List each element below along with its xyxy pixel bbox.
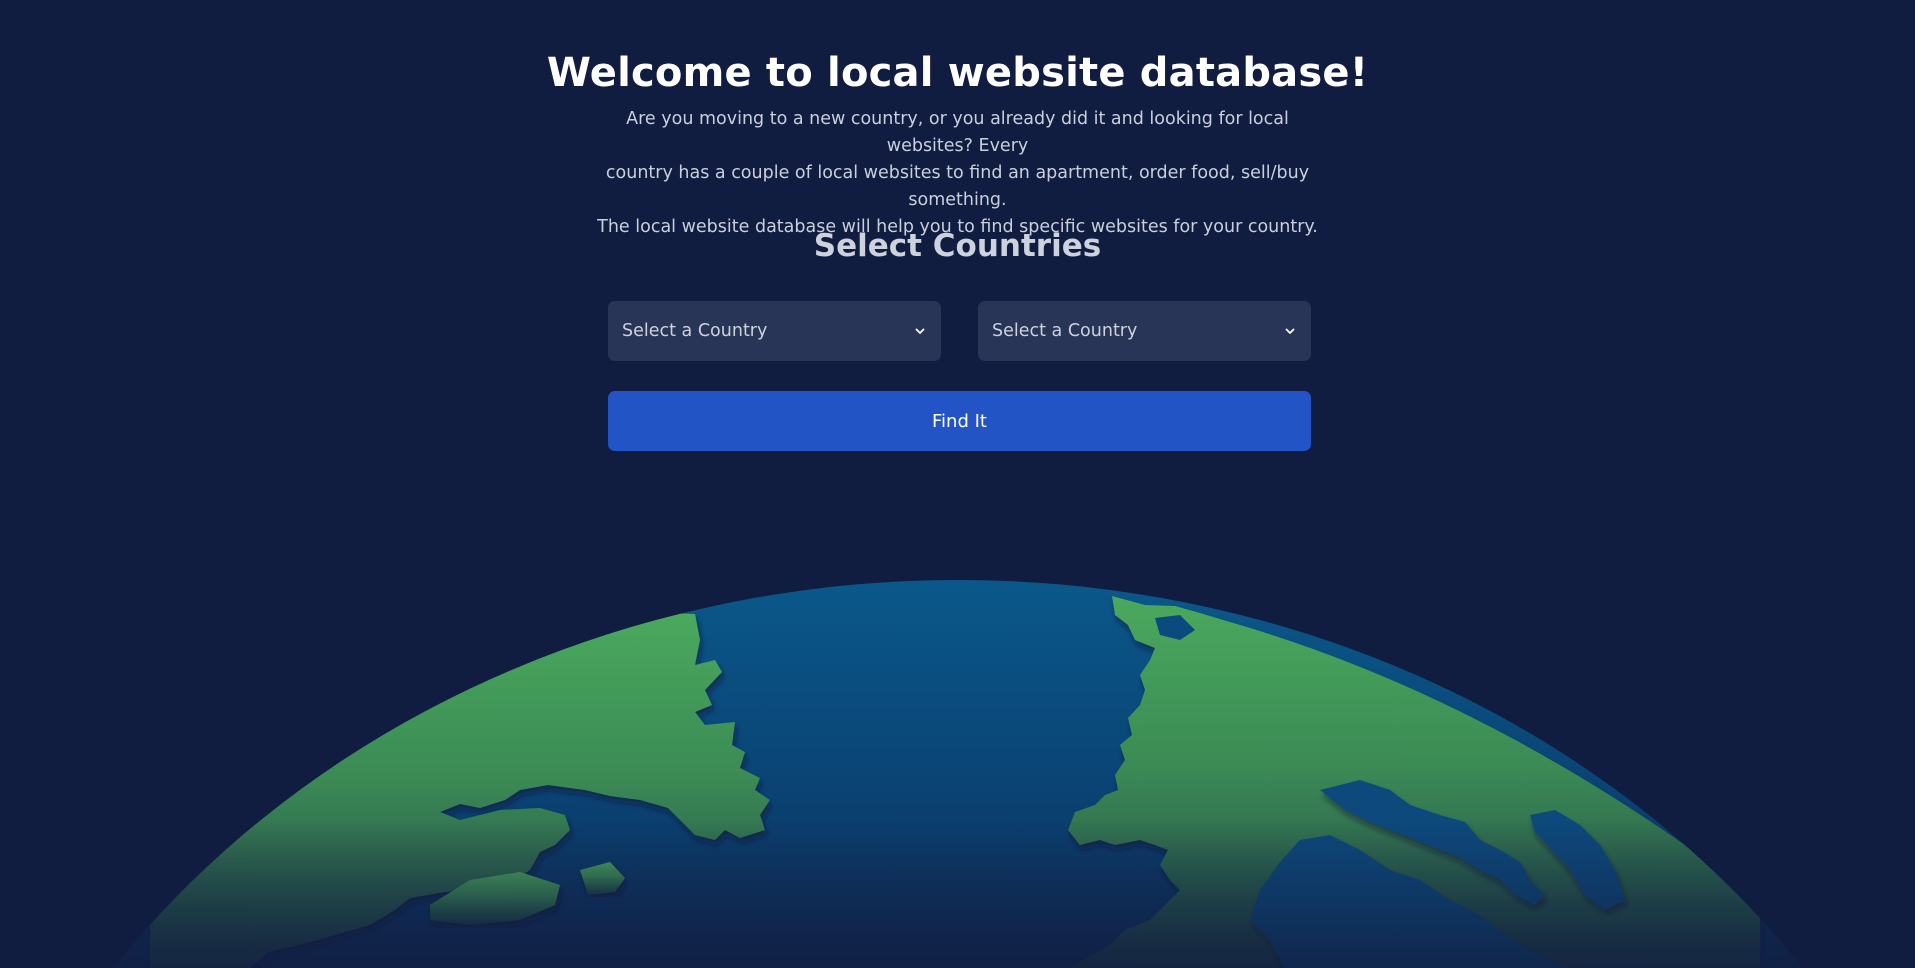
country-select-first[interactable]: Select a Country xyxy=(608,301,941,361)
select-countries-heading: Select Countries xyxy=(813,228,1102,264)
page-title: Welcome to local website database! xyxy=(546,50,1369,96)
country-select-first-label: Select a Country xyxy=(622,321,768,341)
country-select-second-label: Select a Country xyxy=(992,321,1138,341)
chevron-down-icon xyxy=(913,324,927,338)
intro-line: Are you moving to a new country, or you … xyxy=(626,109,1289,156)
intro-line: country has a couple of local websites t… xyxy=(605,163,1310,210)
find-it-button[interactable]: Find It xyxy=(608,391,1311,451)
chevron-down-icon xyxy=(1283,324,1297,338)
country-select-second[interactable]: Select a Country xyxy=(978,301,1311,361)
intro-text: Are you moving to a new country, or you … xyxy=(585,106,1330,241)
